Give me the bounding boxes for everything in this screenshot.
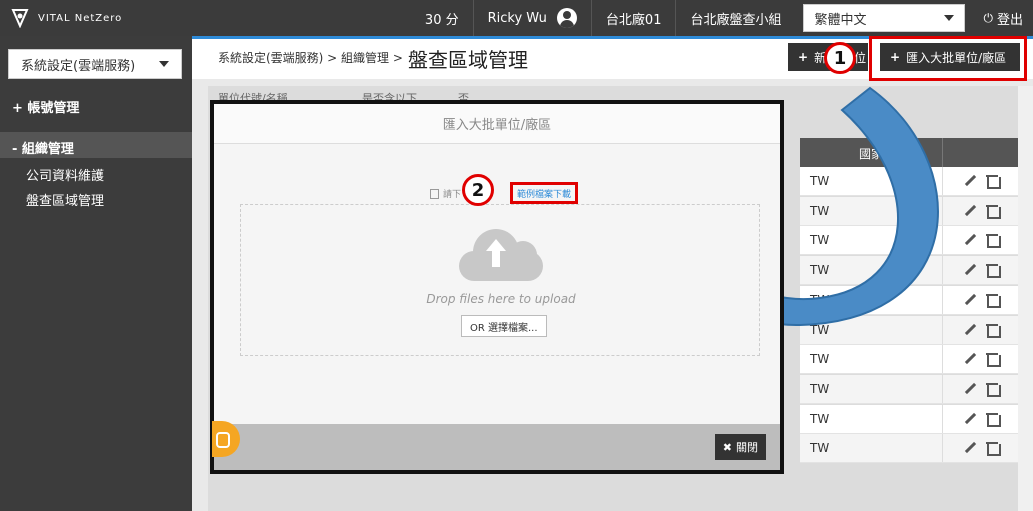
close-dialog-label: 關閉 (736, 441, 758, 454)
avatar-icon (556, 8, 577, 28)
page-title: 盤查區域管理 (408, 48, 528, 72)
dialog-title: 匯入大批單位/廠區 (214, 104, 780, 144)
sidebar-item-company-data[interactable]: 公司資料維護 (26, 165, 104, 184)
cell-country: TW (810, 441, 830, 456)
row-actions (942, 434, 1018, 463)
dialog-hint: 請下 (430, 187, 461, 200)
plus-icon: + (798, 50, 809, 64)
cloud-upload-icon (459, 227, 543, 281)
table-row[interactable]: TW (800, 374, 1018, 404)
system-selector-value: 系統設定(雲端服務) (21, 58, 136, 74)
trash-icon[interactable] (985, 293, 1001, 308)
trash-icon[interactable] (985, 323, 1001, 338)
cell-country: TW (810, 381, 830, 396)
step-2-badge: 2 (462, 174, 494, 206)
edit-icon[interactable] (964, 383, 976, 395)
sidebar-item-account[interactable]: + 帳號管理 (12, 97, 79, 116)
trash-icon[interactable] (985, 353, 1001, 368)
scrollbar[interactable] (1018, 86, 1033, 511)
team-selector[interactable]: 台北廠盤查小組 (675, 0, 795, 36)
cell-country: TW (810, 352, 830, 367)
trash-icon[interactable] (985, 204, 1001, 219)
logo-icon (11, 9, 29, 28)
points-display: 30 分 (424, 12, 459, 28)
highlight-import-button (869, 36, 1027, 81)
chevron-down-icon (159, 61, 169, 67)
close-icon: ✖ (722, 440, 732, 454)
brand-name: VITAL NetZero (38, 12, 123, 24)
trash-icon[interactable] (985, 264, 1001, 279)
trash-icon[interactable] (985, 175, 1001, 189)
user-name: Ricky Wu (487, 10, 547, 26)
dialog-footer: ✖ 關閉 (214, 424, 780, 470)
sidebar-item-organization[interactable]: - 組織管理 (12, 138, 74, 157)
top-bar: VITAL NetZero 30 分 Ricky Wu 台北廠01 台北廠盤查小… (0, 0, 1033, 36)
language-value: 繁體中文 (814, 12, 867, 28)
system-selector[interactable]: 系統設定(雲端服務) (8, 49, 182, 79)
language-select[interactable]: 繁體中文 (803, 4, 966, 32)
power-icon: ⏻ (983, 10, 993, 25)
logout-label: 登出 (996, 12, 1023, 28)
sidebar-item-inventory-area[interactable]: 盤查區域管理 (26, 190, 104, 209)
logout-button[interactable]: ⏻ 登出 (973, 0, 1033, 36)
trash-icon[interactable] (985, 234, 1001, 249)
row-actions (942, 374, 1018, 403)
dialog-hint-text: 請下 (443, 190, 462, 200)
choose-file-button[interactable]: OR 選擇檔案... (461, 315, 547, 337)
import-dialog: 匯入大批單位/廠區 請下 範例檔案下載 Drop files here to u… (210, 100, 784, 474)
table-row[interactable]: TW (800, 404, 1018, 434)
sidebar: 系統設定(雲端服務) + 帳號管理 - 組織管理 公司資料維護 盤查區域管理 (0, 36, 192, 511)
edit-icon[interactable] (964, 353, 976, 365)
cell-country: TW (810, 411, 830, 426)
trash-icon[interactable] (985, 442, 1001, 457)
factory-selector[interactable]: 台北廠01 (590, 0, 676, 36)
row-actions (942, 404, 1018, 433)
step-1-badge: 1 (824, 42, 856, 74)
edit-icon[interactable] (964, 413, 976, 425)
breadcrumb[interactable]: 系統設定(雲端服務) > 組織管理 > (218, 49, 403, 66)
close-dialog-button[interactable]: ✖ 關閉 (714, 434, 766, 460)
dropzone-text: Drop files here to upload (426, 292, 576, 306)
trash-icon[interactable] (985, 382, 1001, 397)
document-icon (430, 188, 439, 199)
edit-icon[interactable] (964, 442, 976, 454)
user-menu[interactable]: Ricky Wu (472, 0, 591, 36)
logo[interactable]: VITAL NetZero (0, 8, 200, 28)
file-dropzone[interactable]: Drop files here to upload OR 選擇檔案... (240, 204, 760, 356)
chevron-down-icon (944, 15, 955, 21)
trash-icon[interactable] (985, 412, 1001, 427)
table-row[interactable]: TW (800, 434, 1018, 464)
sample-download-link[interactable]: 範例檔案下載 (510, 182, 578, 204)
